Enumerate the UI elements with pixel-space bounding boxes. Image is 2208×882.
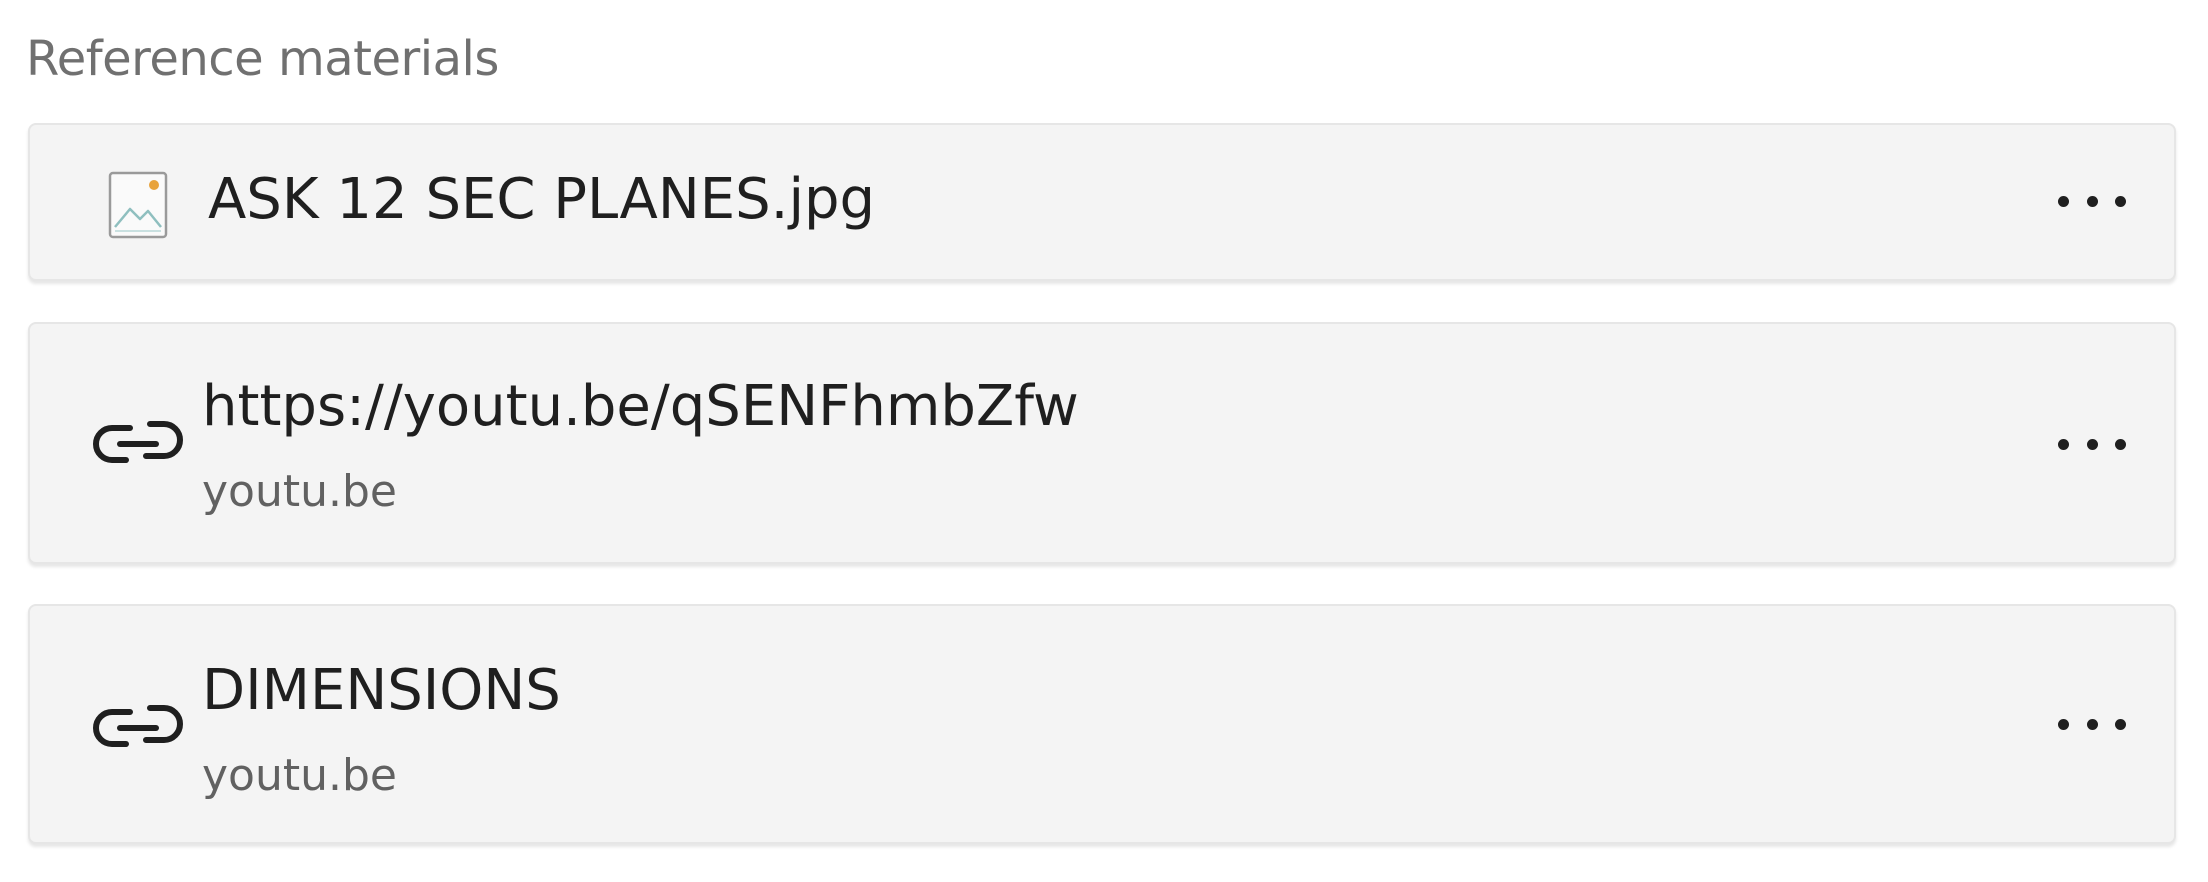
more-options-icon xyxy=(2058,718,2069,730)
more-options-dot xyxy=(2086,718,2098,730)
more-options-button[interactable] xyxy=(2050,424,2134,464)
more-options-button[interactable] xyxy=(2050,704,2134,744)
link-icon xyxy=(93,421,183,463)
link-icon xyxy=(93,705,183,747)
more-options-dot xyxy=(2086,195,2098,207)
more-options-button[interactable] xyxy=(2050,181,2134,221)
reference-item-link[interactable]: https://youtu.be/qSENFhmbZfw youtu.be xyxy=(28,322,2176,564)
item-title: https://youtu.be/qSENFhmbZfw xyxy=(202,374,1079,439)
item-domain: youtu.be xyxy=(202,466,397,517)
item-title: ASK 12 SEC PLANES.jpg xyxy=(208,167,876,232)
more-options-dot xyxy=(2115,718,2126,730)
image-file-icon xyxy=(108,171,168,239)
reference-item-link[interactable]: DIMENSIONS youtu.be xyxy=(28,604,2176,844)
more-options-icon xyxy=(2058,195,2069,207)
more-options-dot xyxy=(2086,438,2098,450)
more-options-dot xyxy=(2115,438,2126,450)
reference-item-file[interactable]: ASK 12 SEC PLANES.jpg xyxy=(28,123,2176,281)
section-title: Reference materials xyxy=(26,31,499,87)
item-title: DIMENSIONS xyxy=(202,658,561,723)
item-domain: youtu.be xyxy=(202,750,397,801)
more-options-dot xyxy=(2115,195,2126,207)
more-options-icon xyxy=(2058,438,2069,450)
